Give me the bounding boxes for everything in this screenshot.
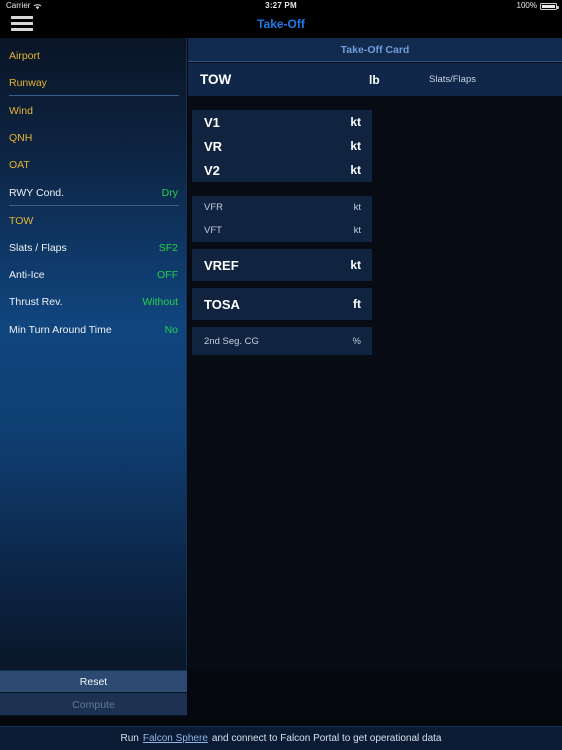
speed-row-unit: kt [350, 163, 361, 177]
sidebar-item-value: No [164, 323, 178, 336]
reset-button[interactable]: Reset [0, 670, 187, 693]
speed-row-vref: VREF kt [192, 249, 372, 281]
speed-row-v2: V2 kt [192, 158, 372, 182]
speed-row-unit: kt [350, 139, 361, 153]
speed-row-unit: kt [350, 115, 361, 129]
speed-row-v1: V1 kt [192, 110, 372, 134]
sidebar-item-min-turn-around-time[interactable]: Min Turn Around Time No [0, 316, 187, 343]
sidebar-item-label: RWY Cond. [9, 186, 65, 199]
speed-row-name: TOSA [204, 296, 240, 312]
sidebar-divider [9, 205, 179, 206]
sidebar-item-value: OFF [157, 268, 178, 281]
speed-row-2nd-seg-cg: 2nd Seg. CG% [192, 327, 372, 355]
card-header-title: Take-Off Card [340, 43, 410, 56]
status-time: 3:27 PM [265, 1, 297, 10]
speed-row-unit: kt [353, 225, 361, 236]
battery-icon [540, 2, 559, 10]
sidebar-item-label: TOW [9, 214, 34, 227]
status-footer: Run Falcon Sphere and connect to Falcon … [0, 726, 562, 750]
sidebar-item-qnh[interactable]: QNH [0, 124, 187, 151]
sidebar-item-slats-flaps[interactable]: Slats / Flaps SF2 [0, 234, 187, 261]
sidebar-item-wind[interactable]: Wind [0, 97, 187, 124]
speed-card: 2nd Seg. CG% [192, 327, 372, 355]
page-title: Take-Off [257, 17, 305, 31]
card-header: Take-Off Card [188, 38, 562, 62]
falcon-sphere-link[interactable]: Falcon Sphere [143, 733, 208, 744]
speed-card: VREF kt [192, 249, 372, 281]
battery-percent: 100% [516, 1, 537, 10]
speed-row-unit: ft [353, 297, 361, 311]
sidebar-item-label: QNH [9, 131, 33, 144]
footer-prefix: Run [120, 733, 139, 744]
tow-label: TOW [200, 72, 232, 87]
speed-row-name: V1 [204, 114, 220, 130]
sidebar-divider [9, 95, 179, 96]
speed-card: VFR kt VFT kt [192, 196, 372, 242]
sidebar-item-runway[interactable]: Runway [0, 69, 187, 96]
sidebar-item-label: Min Turn Around Time [9, 323, 112, 336]
speed-card: V1 kt VR kt V2 kt [192, 110, 372, 182]
sidebar-item-label: Wind [9, 104, 33, 117]
sidebar-item-label: Airport [9, 49, 40, 62]
sidebar-item-value: Without [142, 295, 178, 308]
tow-unit: lb [369, 72, 380, 87]
sidebar-item-rwy-cond[interactable]: RWY Cond. Dry [0, 179, 187, 206]
sidebar-item-label: Anti-Ice [9, 268, 45, 281]
speed-row-name: VR [204, 138, 223, 154]
sidebar-item-value: Dry [161, 186, 178, 199]
speed-row-name: VREF [204, 257, 239, 273]
sidebar-item-value: SF2 [158, 241, 178, 254]
ios-status-bar: Carrier 3:27 PM 100% [0, 0, 562, 12]
sidebar-item-label: Thrust Rev. [9, 295, 63, 308]
sidebar-item-label: Slats / Flaps [9, 241, 67, 254]
sidebar-item-label: Runway [9, 76, 47, 89]
speed-row-vft: VFT kt [192, 219, 372, 242]
speed-row-unit: kt [353, 202, 361, 213]
speed-row-tosa: TOSA ft [192, 288, 372, 320]
speed-row-name: V2 [204, 162, 220, 178]
status-right: 100% [516, 0, 559, 12]
speed-row-name: VFR [204, 202, 223, 213]
speed-row-unit: kt [350, 258, 361, 272]
speed-row-unit: % [352, 335, 361, 347]
takeoff-card-panel: Take-Off Card TOW lb Slats/Flaps V1 kt VR k… [188, 38, 562, 670]
speed-row-name: 2nd Seg. CG [204, 335, 259, 347]
speed-row-name: VFT [204, 225, 222, 236]
speed-row-vr: VR kt [192, 134, 372, 158]
sidebar-action-buttons: Reset Compute [0, 670, 187, 716]
speed-card: TOSA ft [192, 288, 372, 320]
slats-flaps-label: Slats/Flaps [429, 74, 476, 85]
sidebar-item-tow[interactable]: TOW [0, 207, 187, 234]
compute-button[interactable]: Compute [0, 693, 187, 716]
navigation-bar: Take-Off [0, 12, 562, 38]
footer-suffix: and connect to Falcon Portal to get oper… [211, 733, 442, 744]
sidebar-item-anti-ice[interactable]: Anti-Ice OFF [0, 261, 187, 288]
sidebar-item-thrust-rev[interactable]: Thrust Rev. Without [0, 288, 187, 315]
parameters-sidebar: Airport Runway Wind QNH OAT RWY Cond. Dry TOW Sl… [0, 38, 187, 670]
sidebar-item-label: OAT [9, 158, 30, 171]
sidebar-item-airport[interactable]: Airport [0, 42, 187, 69]
app-root: Carrier 3:27 PM 100% Take-Off Airport Run… [0, 0, 562, 750]
tow-header-row[interactable]: TOW lb Slats/Flaps [188, 63, 562, 96]
sidebar-item-oat[interactable]: OAT [0, 151, 187, 178]
speed-row-vfr: VFR kt [192, 196, 372, 219]
